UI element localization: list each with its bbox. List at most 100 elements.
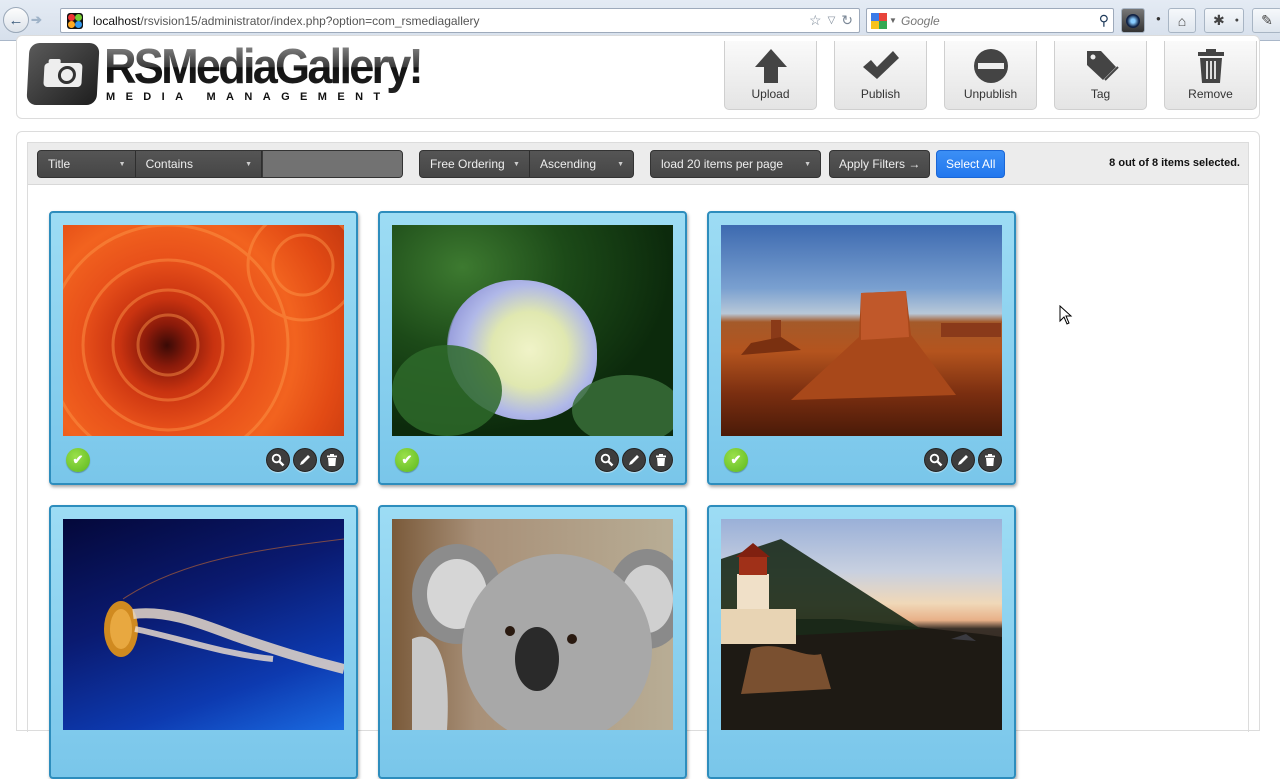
published-toggle[interactable]: ✔ xyxy=(724,448,748,472)
no-entry-icon xyxy=(973,49,1008,83)
unpublish-button[interactable]: Unpublish xyxy=(944,41,1037,110)
magnifier-icon xyxy=(271,453,285,467)
magnifier-icon xyxy=(600,453,614,467)
condition-select[interactable]: Contains ▼ xyxy=(136,151,262,177)
thumbnail-chrysanthemum[interactable] xyxy=(63,225,344,436)
logo-title: RSMediaGallery! xyxy=(104,40,424,94)
upload-button[interactable]: Upload xyxy=(724,41,817,110)
url-text[interactable]: localhost/rsvision15/administrator/index… xyxy=(93,14,480,28)
mouse-cursor-icon xyxy=(1059,305,1073,325)
delete-button[interactable] xyxy=(320,448,344,472)
apply-filters-button[interactable]: Apply Filters → xyxy=(829,150,931,178)
back-arrow-icon[interactable]: ← xyxy=(3,7,29,33)
filter-bar: Title ▼ Contains ▼ Free Ordering ▼ Ascendin… xyxy=(28,143,1248,185)
bookmark-star-icon[interactable]: ☆ xyxy=(809,12,822,29)
gallery-item[interactable] xyxy=(378,505,687,779)
ordering-group: Free Ordering ▼ Ascending ▼ xyxy=(419,150,634,178)
search-input[interactable]: Google xyxy=(901,14,940,28)
edit-button[interactable] xyxy=(951,448,975,472)
pencil-icon xyxy=(300,455,310,465)
pen-icon[interactable]: ✎ xyxy=(1252,8,1280,33)
gallery-panel: Title ▼ Contains ▼ Free Ordering ▼ Ascendin… xyxy=(27,142,1249,779)
unpublish-label: Unpublish xyxy=(963,87,1018,101)
tag-icon xyxy=(1086,51,1119,81)
logo-subtitle: MEDIA MANAGEMENT xyxy=(106,91,391,103)
admin-page: RSMediaGallery! MEDIA MANAGEMENT Upload … xyxy=(0,35,1280,779)
filter-search-input[interactable] xyxy=(262,151,402,177)
publish-button[interactable]: Publish xyxy=(834,41,927,110)
reload-icon[interactable]: ↻ xyxy=(841,12,853,29)
thumbnail-desert[interactable] xyxy=(721,225,1002,436)
address-bar[interactable]: localhost/rsvision15/administrator/index… xyxy=(60,8,860,33)
chevron-down-icon: ▼ xyxy=(804,160,811,168)
trash-icon xyxy=(327,454,337,466)
gallery-item[interactable]: ✔ xyxy=(707,211,1016,485)
trash-icon xyxy=(1197,49,1224,83)
direction-select-value: Ascending xyxy=(539,157,597,171)
search-bar[interactable]: ▼ Google ⚲ xyxy=(866,8,1114,33)
url-host: localhost xyxy=(93,14,141,28)
preview-button[interactable] xyxy=(595,448,619,472)
dropdown-icon[interactable]: ▽ xyxy=(828,15,836,29)
url-path: /rsvision15/administrator/index.php?opti… xyxy=(140,14,480,28)
gallery-item[interactable]: ✔ xyxy=(378,211,687,485)
check-icon: ✔ xyxy=(730,452,742,467)
tag-label: Tag xyxy=(1090,87,1111,101)
chevron-down-icon: ▼ xyxy=(617,160,624,168)
thumbnail-koala[interactable] xyxy=(392,519,673,730)
selection-status: 8 out of 8 items selected. xyxy=(1109,157,1240,169)
thumbnail-jellyfish[interactable] xyxy=(63,519,344,730)
magnifier-icon xyxy=(929,453,943,467)
upload-label: Upload xyxy=(751,87,790,101)
per-page-group: load 20 items per page ▼ xyxy=(650,150,821,178)
addon-icon[interactable] xyxy=(1121,8,1145,33)
toolbar: Upload Publish Unpublish Tag Remove xyxy=(724,41,1257,110)
forward-arrow-icon[interactable]: ➔ xyxy=(31,12,42,28)
delete-button[interactable] xyxy=(649,448,673,472)
pencil-icon xyxy=(958,455,968,465)
published-toggle[interactable]: ✔ xyxy=(66,448,90,472)
per-page-select[interactable]: load 20 items per page ▼ xyxy=(651,151,820,177)
addon-dropdown-icon[interactable]: ● xyxy=(1156,14,1161,23)
search-icon[interactable]: ⚲ xyxy=(1099,12,1109,29)
ordering-select[interactable]: Free Ordering ▼ xyxy=(420,151,530,177)
ordering-select-value: Free Ordering xyxy=(430,157,505,171)
thumbnail-lighthouse[interactable] xyxy=(721,519,1002,730)
chevron-down-icon: ▼ xyxy=(118,160,126,168)
gallery-item[interactable]: ✔ xyxy=(49,211,358,485)
gallery-item[interactable] xyxy=(707,505,1016,779)
published-toggle[interactable]: ✔ xyxy=(395,448,419,472)
checkmark-icon xyxy=(862,51,899,79)
google-icon[interactable] xyxy=(871,13,887,29)
preview-button[interactable] xyxy=(924,448,948,472)
chevron-down-icon: ▼ xyxy=(513,160,520,168)
search-filter-group: Title ▼ Contains ▼ xyxy=(37,150,403,178)
remove-button[interactable]: Remove xyxy=(1164,41,1257,110)
check-icon: ✔ xyxy=(72,452,84,467)
field-select[interactable]: Title ▼ xyxy=(38,151,136,177)
trash-icon xyxy=(985,454,995,466)
upload-arrow-icon xyxy=(754,49,787,83)
engine-dropdown-icon[interactable]: ▼ xyxy=(889,16,897,25)
direction-select[interactable]: Ascending ▼ xyxy=(530,151,633,177)
gallery-item[interactable] xyxy=(49,505,358,779)
trash-icon xyxy=(656,454,666,466)
tag-button[interactable]: Tag xyxy=(1054,41,1147,110)
chevron-down-icon: ▼ xyxy=(245,160,252,168)
main-panel: Title ▼ Contains ▼ Free Ordering ▼ Ascendin… xyxy=(16,131,1260,779)
home-icon[interactable]: ⌂ xyxy=(1168,8,1196,33)
check-icon: ✔ xyxy=(401,452,413,467)
preview-button[interactable] xyxy=(266,448,290,472)
condition-select-value: Contains xyxy=(145,157,193,171)
per-page-select-value: load 20 items per page xyxy=(661,157,784,171)
extension-icon[interactable]: ✱ ● xyxy=(1204,8,1244,33)
field-select-value: Title xyxy=(48,157,71,171)
delete-button[interactable] xyxy=(978,448,1002,472)
edit-button[interactable] xyxy=(293,448,317,472)
select-all-button[interactable]: Select All xyxy=(936,150,1006,178)
edit-button[interactable] xyxy=(622,448,646,472)
logo: RSMediaGallery! MEDIA MANAGEMENT xyxy=(26,40,424,107)
publish-label: Publish xyxy=(860,87,901,101)
thumbnail-hydrangea[interactable] xyxy=(392,225,673,436)
remove-label: Remove xyxy=(1188,87,1233,101)
